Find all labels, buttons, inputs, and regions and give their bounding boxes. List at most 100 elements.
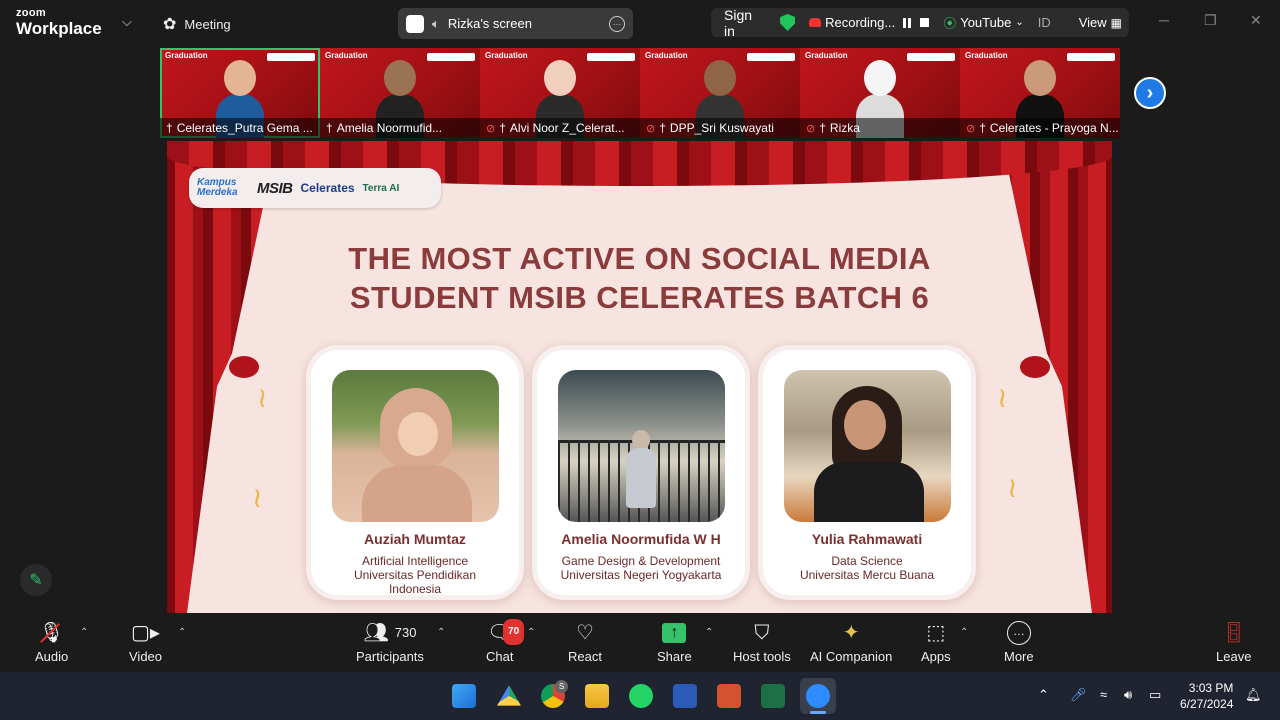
tile-graduation-text: Graduation [165,51,208,60]
participant-tile[interactable]: Graduation ⊘ † Celerates - Prayoga N... [960,48,1120,138]
id-button[interactable]: ID [1031,15,1058,30]
share-button[interactable]: ↑ Share [657,621,692,664]
windows-taskbar: S ⌃ 🎤︎ ≈ 🔊︎ ▭ 3:03 PM 6/27/2024 🔔︎ [0,672,1280,720]
participant-tile[interactable]: Graduation ⊘ † DPP_Sri Kuswayati [640,48,800,138]
word-icon[interactable] [673,684,697,708]
status-group: Sign in Recording... ⦿ YouTube ⌄ ID View… [711,7,1129,39]
participants-label: Participants [356,649,424,664]
participants-options-caret[interactable]: ⌃ [437,627,445,638]
participant-tile[interactable]: Graduation ⊘ † Alvi Noor Z_Celerat... [480,48,640,138]
apps-grid-icon: ⬚ [926,622,946,644]
winner-university: Universitas Mercu Buana [799,568,935,582]
apps-options-caret[interactable]: ⌃ [960,627,968,638]
chrome-icon[interactable]: S [541,680,568,708]
tile-graduation-text: Graduation [805,51,848,60]
mic-muted-icon: ⊘ [486,122,496,135]
battery-icon[interactable]: ▭ [1149,687,1161,703]
participant-name: Celerates - Prayoga N... [989,121,1119,135]
winner-program: Game Design & Development [561,554,721,568]
file-explorer-icon[interactable] [585,684,609,708]
system-clock[interactable]: 3:03 PM 6/27/2024 [1180,680,1233,712]
curtain-tie-right [1020,356,1050,378]
security-shield-icon[interactable] [780,14,796,31]
youtube-stream-button[interactable]: ⦿ YouTube ⌄ [936,13,1031,32]
annotate-pen-icon[interactable]: ✎ [20,564,52,596]
tile-graduation-text: Graduation [325,51,368,60]
notification-bell-icon[interactable]: 🔔︎ [1245,687,1262,703]
view-button[interactable]: View ▦ [1072,15,1129,30]
recording-indicator[interactable]: Recording... [802,15,936,30]
participant-name: Amelia Noormufid... [336,121,443,135]
video-button[interactable]: ▢▸ Video [129,621,162,664]
share-app-icon [406,14,424,33]
terra-ai-logo: Terra AI [362,182,400,194]
powerpoint-icon[interactable] [717,684,741,708]
participant-tile[interactable]: Graduation † Celerates_Putra Gema ... [160,48,320,138]
pin-icon: † [499,121,506,135]
zoom-logo: zoom Workplace [16,8,102,38]
zoom-app-icon [806,684,830,708]
participant-tile[interactable]: Graduation ⊘ † Rizka [800,48,960,138]
apps-label: Apps [921,649,951,664]
chevron-down-icon: ⌄ [1015,17,1024,28]
microphone-tray-icon[interactable]: 🎤︎ [1070,687,1087,703]
shared-slide: Kampus Merdeka MSIB Celerates Terra AI ≀… [167,141,1112,613]
close-icon[interactable]: ✕ [1250,12,1262,29]
audio-button[interactable]: 🎙︎ Audio [35,621,68,664]
heading-line-1: THE MOST ACTIVE ON SOCIAL MEDIA [348,241,931,276]
stop-recording-icon[interactable] [920,18,930,27]
google-drive-icon[interactable] [497,685,521,706]
speaker-icon[interactable]: 🔈︎ [432,16,440,32]
participant-name-bar: ⊘ † DPP_Sri Kuswayati [640,118,800,138]
share-options-caret[interactable]: ⌃ [705,627,713,638]
participant-name-bar: † Amelia Noormufid... [320,118,480,138]
video-options-caret[interactable]: ⌃ [178,627,186,638]
restore-icon[interactable]: ❐ [1204,12,1217,29]
ai-companion-label: AI Companion [810,649,893,664]
excel-icon[interactable] [761,684,785,708]
wifi-icon[interactable]: ≈ [1100,687,1107,702]
winner-photo [784,370,951,522]
pause-recording-icon[interactable] [903,17,912,28]
shared-screen-pill[interactable]: 🔈︎ Rizka's screen … [398,8,633,39]
chevron-down-icon[interactable]: ⌵ [122,14,132,30]
whatsapp-icon[interactable] [629,684,653,708]
show-hidden-icons-chevron[interactable]: ⌃ [1038,687,1049,703]
zoom-taskbar-slot[interactable] [800,678,836,714]
cloud-record-icon [809,18,822,27]
participant-name-bar: ⊘ † Rizka [800,118,960,138]
winner-program: Artificial Intelligence [361,554,469,568]
curtain-tie-left [229,356,259,378]
curtain-left [167,141,277,613]
shield-icon: ⛉ [754,622,770,644]
host-tools-button[interactable]: ⛉ Host tools [733,621,791,664]
more-button[interactable]: … More [1004,621,1034,664]
share-screen-icon: ↑ [662,623,687,643]
participant-name: Celerates_Putra Gema ... [176,121,313,135]
pin-icon: † [979,121,986,135]
tile-logo-badge [587,53,635,61]
apps-button[interactable]: ⬚ Apps [921,621,951,664]
next-page-button[interactable]: › [1134,77,1166,109]
host-tools-label: Host tools [733,649,791,664]
winner-card: Yulia Rahmawati Data Science Universitas… [758,345,976,600]
sign-in-button[interactable]: Sign in [711,7,773,39]
audio-options-caret[interactable]: ⌃ [80,627,88,638]
participants-button[interactable]: 👥︎ 730 Participants [356,621,424,664]
participant-tile[interactable]: Graduation † Amelia Noormufid... [320,48,480,138]
audio-label: Audio [35,649,69,664]
mic-muted-icon: ⊘ [966,122,976,135]
minimize-icon[interactable]: ─ [1159,12,1169,28]
meeting-menu[interactable]: ✿ Meeting [163,14,231,34]
chat-options-caret[interactable]: ⌃ [527,627,535,638]
leave-button[interactable]: 🚪︎ Leave [1216,621,1251,664]
heart-icon: ♡ [576,622,594,644]
video-camera-icon: ▢▸ [131,622,160,644]
tile-graduation-text: Graduation [965,51,1008,60]
more-options-icon[interactable]: … [609,15,625,32]
chat-button[interactable]: 🗨︎ 70 Chat [486,619,525,664]
ai-companion-button[interactable]: ✦ AI Companion [810,621,892,664]
react-button[interactable]: ♡ React [568,621,602,664]
volume-icon[interactable]: 🔊︎ [1124,687,1132,703]
windows-start-icon[interactable] [452,684,476,708]
